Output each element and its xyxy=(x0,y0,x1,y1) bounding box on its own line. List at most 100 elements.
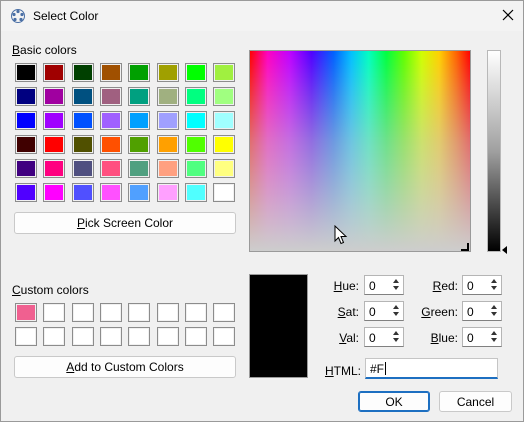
hue-saturation-spectrum[interactable] xyxy=(249,50,471,252)
basic-color-swatch-fill xyxy=(158,137,177,152)
sat-label: Sat: xyxy=(337,305,359,319)
basic-color-swatch[interactable] xyxy=(15,159,37,178)
spin-arrows-icon[interactable] xyxy=(488,303,500,319)
val-spinbox[interactable]: 0 xyxy=(364,327,404,347)
basic-color-swatch[interactable] xyxy=(128,111,151,130)
custom-color-swatch-fill xyxy=(158,329,177,344)
blue-spinbox[interactable]: 0 xyxy=(462,327,502,347)
basic-color-swatch[interactable] xyxy=(71,111,94,130)
basic-color-swatch-fill xyxy=(158,89,177,104)
basic-color-swatch[interactable] xyxy=(184,183,207,202)
basic-color-swatch[interactable] xyxy=(213,159,236,178)
basic-color-swatch[interactable] xyxy=(213,183,236,202)
basic-color-swatch[interactable] xyxy=(184,111,207,130)
basic-color-swatch[interactable] xyxy=(128,135,151,154)
basic-color-swatch-fill xyxy=(186,161,205,176)
custom-color-swatch[interactable] xyxy=(184,303,207,322)
html-input[interactable]: #F xyxy=(365,358,498,379)
basic-color-swatch[interactable] xyxy=(43,159,66,178)
custom-color-swatch[interactable] xyxy=(43,327,66,346)
basic-color-swatch-fill xyxy=(101,161,120,176)
custom-color-swatch[interactable] xyxy=(99,327,122,346)
custom-color-swatch[interactable] xyxy=(71,303,94,322)
basic-color-swatch[interactable] xyxy=(128,87,151,106)
basic-color-swatch[interactable] xyxy=(213,63,236,82)
custom-color-swatch[interactable] xyxy=(156,327,179,346)
spectrum-saturation-layer xyxy=(250,51,470,251)
basic-color-swatch[interactable] xyxy=(213,111,236,130)
basic-color-swatch[interactable] xyxy=(71,159,94,178)
custom-color-swatch[interactable] xyxy=(213,303,236,322)
basic-color-swatch[interactable] xyxy=(71,63,94,82)
basic-color-swatch[interactable] xyxy=(156,111,179,130)
add-to-custom-colors-button[interactable]: Add to Custom Colors xyxy=(14,356,236,378)
basic-color-swatch[interactable] xyxy=(156,183,179,202)
spin-arrows-icon[interactable] xyxy=(390,277,402,293)
basic-color-swatch[interactable] xyxy=(156,87,179,106)
basic-color-swatch[interactable] xyxy=(184,63,207,82)
basic-color-swatch[interactable] xyxy=(43,87,66,106)
basic-color-swatch[interactable] xyxy=(99,159,122,178)
basic-color-swatch[interactable] xyxy=(99,63,122,82)
basic-color-swatch[interactable] xyxy=(156,159,179,178)
basic-color-swatch-fill xyxy=(186,137,205,152)
custom-color-swatch[interactable] xyxy=(128,327,151,346)
luminance-arrow-icon[interactable] xyxy=(502,246,507,254)
basic-color-swatch[interactable] xyxy=(15,111,37,130)
basic-color-swatch[interactable] xyxy=(128,183,151,202)
basic-color-swatch-fill xyxy=(73,161,92,176)
custom-color-swatch[interactable] xyxy=(184,327,207,346)
basic-color-swatch-fill xyxy=(130,113,149,128)
pick-screen-color-button[interactable]: Pick Screen Color xyxy=(14,212,236,234)
spin-arrows-icon[interactable] xyxy=(390,303,402,319)
custom-color-swatch[interactable] xyxy=(213,327,236,346)
basic-color-swatch[interactable] xyxy=(184,159,207,178)
basic-color-swatch[interactable] xyxy=(15,135,37,154)
basic-color-swatch[interactable] xyxy=(128,63,151,82)
basic-color-swatch[interactable] xyxy=(99,111,122,130)
basic-color-swatch[interactable] xyxy=(99,135,122,154)
basic-color-swatch[interactable] xyxy=(213,135,236,154)
basic-color-swatch[interactable] xyxy=(71,135,94,154)
green-spinbox[interactable]: 0 xyxy=(462,301,502,321)
custom-color-swatch-fill xyxy=(73,305,92,320)
basic-color-swatch-fill xyxy=(130,89,149,104)
spin-arrows-icon[interactable] xyxy=(488,277,500,293)
basic-color-swatch[interactable] xyxy=(43,111,66,130)
custom-color-swatch[interactable] xyxy=(15,303,37,322)
close-button[interactable] xyxy=(491,1,524,31)
basic-color-swatch[interactable] xyxy=(99,183,122,202)
cancel-button[interactable]: Cancel xyxy=(439,391,512,412)
custom-color-swatch[interactable] xyxy=(156,303,179,322)
custom-color-swatch[interactable] xyxy=(99,303,122,322)
basic-color-swatch[interactable] xyxy=(184,87,207,106)
custom-color-swatch[interactable] xyxy=(15,327,37,346)
basic-color-swatch[interactable] xyxy=(43,135,66,154)
spin-arrows-icon[interactable] xyxy=(488,329,500,345)
custom-color-swatch[interactable] xyxy=(128,303,151,322)
basic-color-swatch[interactable] xyxy=(128,159,151,178)
basic-color-swatch[interactable] xyxy=(15,87,37,106)
basic-color-swatch[interactable] xyxy=(15,183,37,202)
basic-color-swatch[interactable] xyxy=(156,63,179,82)
custom-color-swatch[interactable] xyxy=(43,303,66,322)
basic-color-swatch[interactable] xyxy=(71,183,94,202)
basic-color-swatch[interactable] xyxy=(213,87,236,106)
color-picker-icon xyxy=(10,8,26,24)
ok-button[interactable]: OK xyxy=(358,391,430,412)
luminance-slider[interactable] xyxy=(487,50,501,252)
custom-color-swatch-fill xyxy=(17,329,35,344)
basic-color-swatch[interactable] xyxy=(99,87,122,106)
spin-arrows-icon[interactable] xyxy=(390,329,402,345)
basic-color-swatch[interactable] xyxy=(71,87,94,106)
sat-spinbox[interactable]: 0 xyxy=(364,301,404,321)
basic-color-swatch[interactable] xyxy=(43,63,66,82)
basic-color-swatch[interactable] xyxy=(156,135,179,154)
basic-color-swatch[interactable] xyxy=(184,135,207,154)
hue-spinbox[interactable]: 0 xyxy=(364,275,404,295)
basic-color-swatch-fill xyxy=(215,137,234,152)
red-spinbox[interactable]: 0 xyxy=(462,275,502,295)
basic-color-swatch[interactable] xyxy=(43,183,66,202)
custom-color-swatch[interactable] xyxy=(71,327,94,346)
basic-color-swatch[interactable] xyxy=(15,63,37,82)
